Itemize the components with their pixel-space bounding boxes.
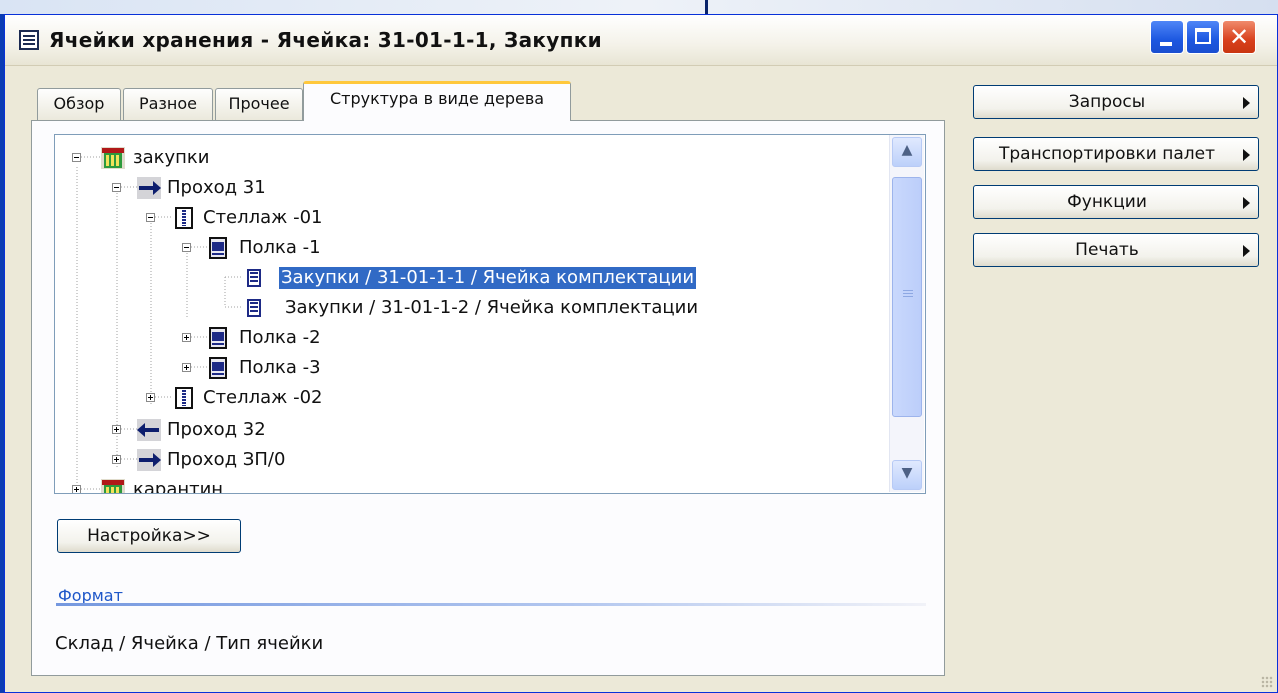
tab-misc[interactable]: Разное xyxy=(123,88,213,120)
scroll-down-button[interactable]: ▼ xyxy=(892,460,922,490)
tree-node-label: Полка -1 xyxy=(239,237,321,258)
format-divider xyxy=(56,603,926,606)
expand-icon[interactable] xyxy=(182,333,191,342)
expand-icon[interactable] xyxy=(112,425,121,434)
shelf-icon xyxy=(209,237,227,259)
scroll-thumb[interactable] xyxy=(892,177,922,417)
app-icon xyxy=(19,30,39,50)
format-value: Склад / Ячейка / Тип ячейки xyxy=(55,633,324,654)
submenu-arrow-icon xyxy=(1243,97,1250,109)
tree-node-label: Стеллаж -02 xyxy=(203,387,323,408)
print-button[interactable]: Печать xyxy=(973,233,1259,267)
desktop-background xyxy=(0,0,1278,14)
warehouse-icon xyxy=(101,479,125,493)
tab-overview[interactable]: Обзор xyxy=(37,88,121,120)
arrow-right-icon xyxy=(137,177,161,199)
scroll-down-icon: ▼ xyxy=(901,465,913,481)
maximize-button[interactable] xyxy=(1186,20,1220,54)
title-bar[interactable]: Ячейки хранения - Ячейка: 31-01-1-1, Зак… xyxy=(5,15,1277,66)
close-icon: ✕ xyxy=(1228,23,1250,51)
expand-icon[interactable] xyxy=(112,455,121,464)
print-button-label: Печать xyxy=(1075,240,1139,260)
collapse-icon[interactable] xyxy=(182,243,191,252)
tree-node-label: Закупки / 31-01-1-1 / Ячейка комплектаци… xyxy=(279,267,697,289)
submenu-arrow-icon xyxy=(1243,149,1250,161)
shelf-icon xyxy=(209,327,227,349)
requests-button-label: Запросы xyxy=(1068,92,1146,112)
collapse-icon[interactable] xyxy=(146,213,155,222)
submenu-arrow-icon xyxy=(1243,245,1250,257)
pallet-transport-button[interactable]: Транспортировки палет xyxy=(973,137,1259,171)
tree-node-label: Полка -3 xyxy=(239,357,321,378)
collapse-icon[interactable] xyxy=(72,153,81,162)
tab-tree-structure[interactable]: Структура в виде дерева xyxy=(303,81,571,121)
minimize-button[interactable] xyxy=(1150,20,1184,54)
arrow-left-icon xyxy=(137,419,161,441)
resize-grip[interactable] xyxy=(1261,676,1273,688)
tree-view[interactable]: закупки Проход 31 Стеллаж -01 Полка -1 З… xyxy=(54,134,926,494)
tree-node-label: Стеллаж -01 xyxy=(203,207,323,228)
tree-node-label: закупки xyxy=(133,147,210,168)
collapse-icon[interactable] xyxy=(112,183,121,192)
tree-node-label: Полка -2 xyxy=(239,327,321,348)
functions-button[interactable]: Функции xyxy=(973,185,1259,219)
pallet-transport-button-label: Транспортировки палет xyxy=(998,144,1215,164)
tree-node-label: Закупки / 31-01-1-2 / Ячейка комплектаци… xyxy=(285,297,699,318)
rack-icon xyxy=(175,207,193,229)
tab-other[interactable]: Прочее xyxy=(215,88,303,120)
expand-icon[interactable] xyxy=(72,485,81,493)
functions-button-label: Функции xyxy=(1067,192,1147,212)
requests-button[interactable]: Запросы xyxy=(973,85,1259,119)
tree-vertical-scrollbar[interactable]: ▲ ▼ xyxy=(889,135,924,492)
window-title: Ячейки хранения - Ячейка: 31-01-1-1, Зак… xyxy=(49,28,602,52)
tree-node-label: Проход 32 xyxy=(167,419,266,440)
tree-node-label: Проход 31 xyxy=(167,177,266,198)
scroll-up-button[interactable]: ▲ xyxy=(892,137,922,167)
scroll-up-icon: ▲ xyxy=(901,142,913,158)
settings-button[interactable]: Настройка>> xyxy=(57,519,241,553)
tree-node-label: карантин xyxy=(133,479,224,494)
expand-icon[interactable] xyxy=(182,363,191,372)
submenu-arrow-icon xyxy=(1243,197,1250,209)
close-button[interactable]: ✕ xyxy=(1222,20,1256,54)
tree-node-label: Проход ЗП/0 xyxy=(167,449,286,470)
storage-cells-window: Ячейки хранения - Ячейка: 31-01-1-1, Зак… xyxy=(4,14,1278,693)
warehouse-icon xyxy=(101,147,125,169)
cell-icon xyxy=(247,269,261,287)
shelf-icon xyxy=(209,357,227,379)
rack-icon xyxy=(175,387,193,409)
arrow-right-icon xyxy=(137,449,161,471)
cell-icon xyxy=(247,299,261,317)
expand-icon[interactable] xyxy=(146,393,155,402)
